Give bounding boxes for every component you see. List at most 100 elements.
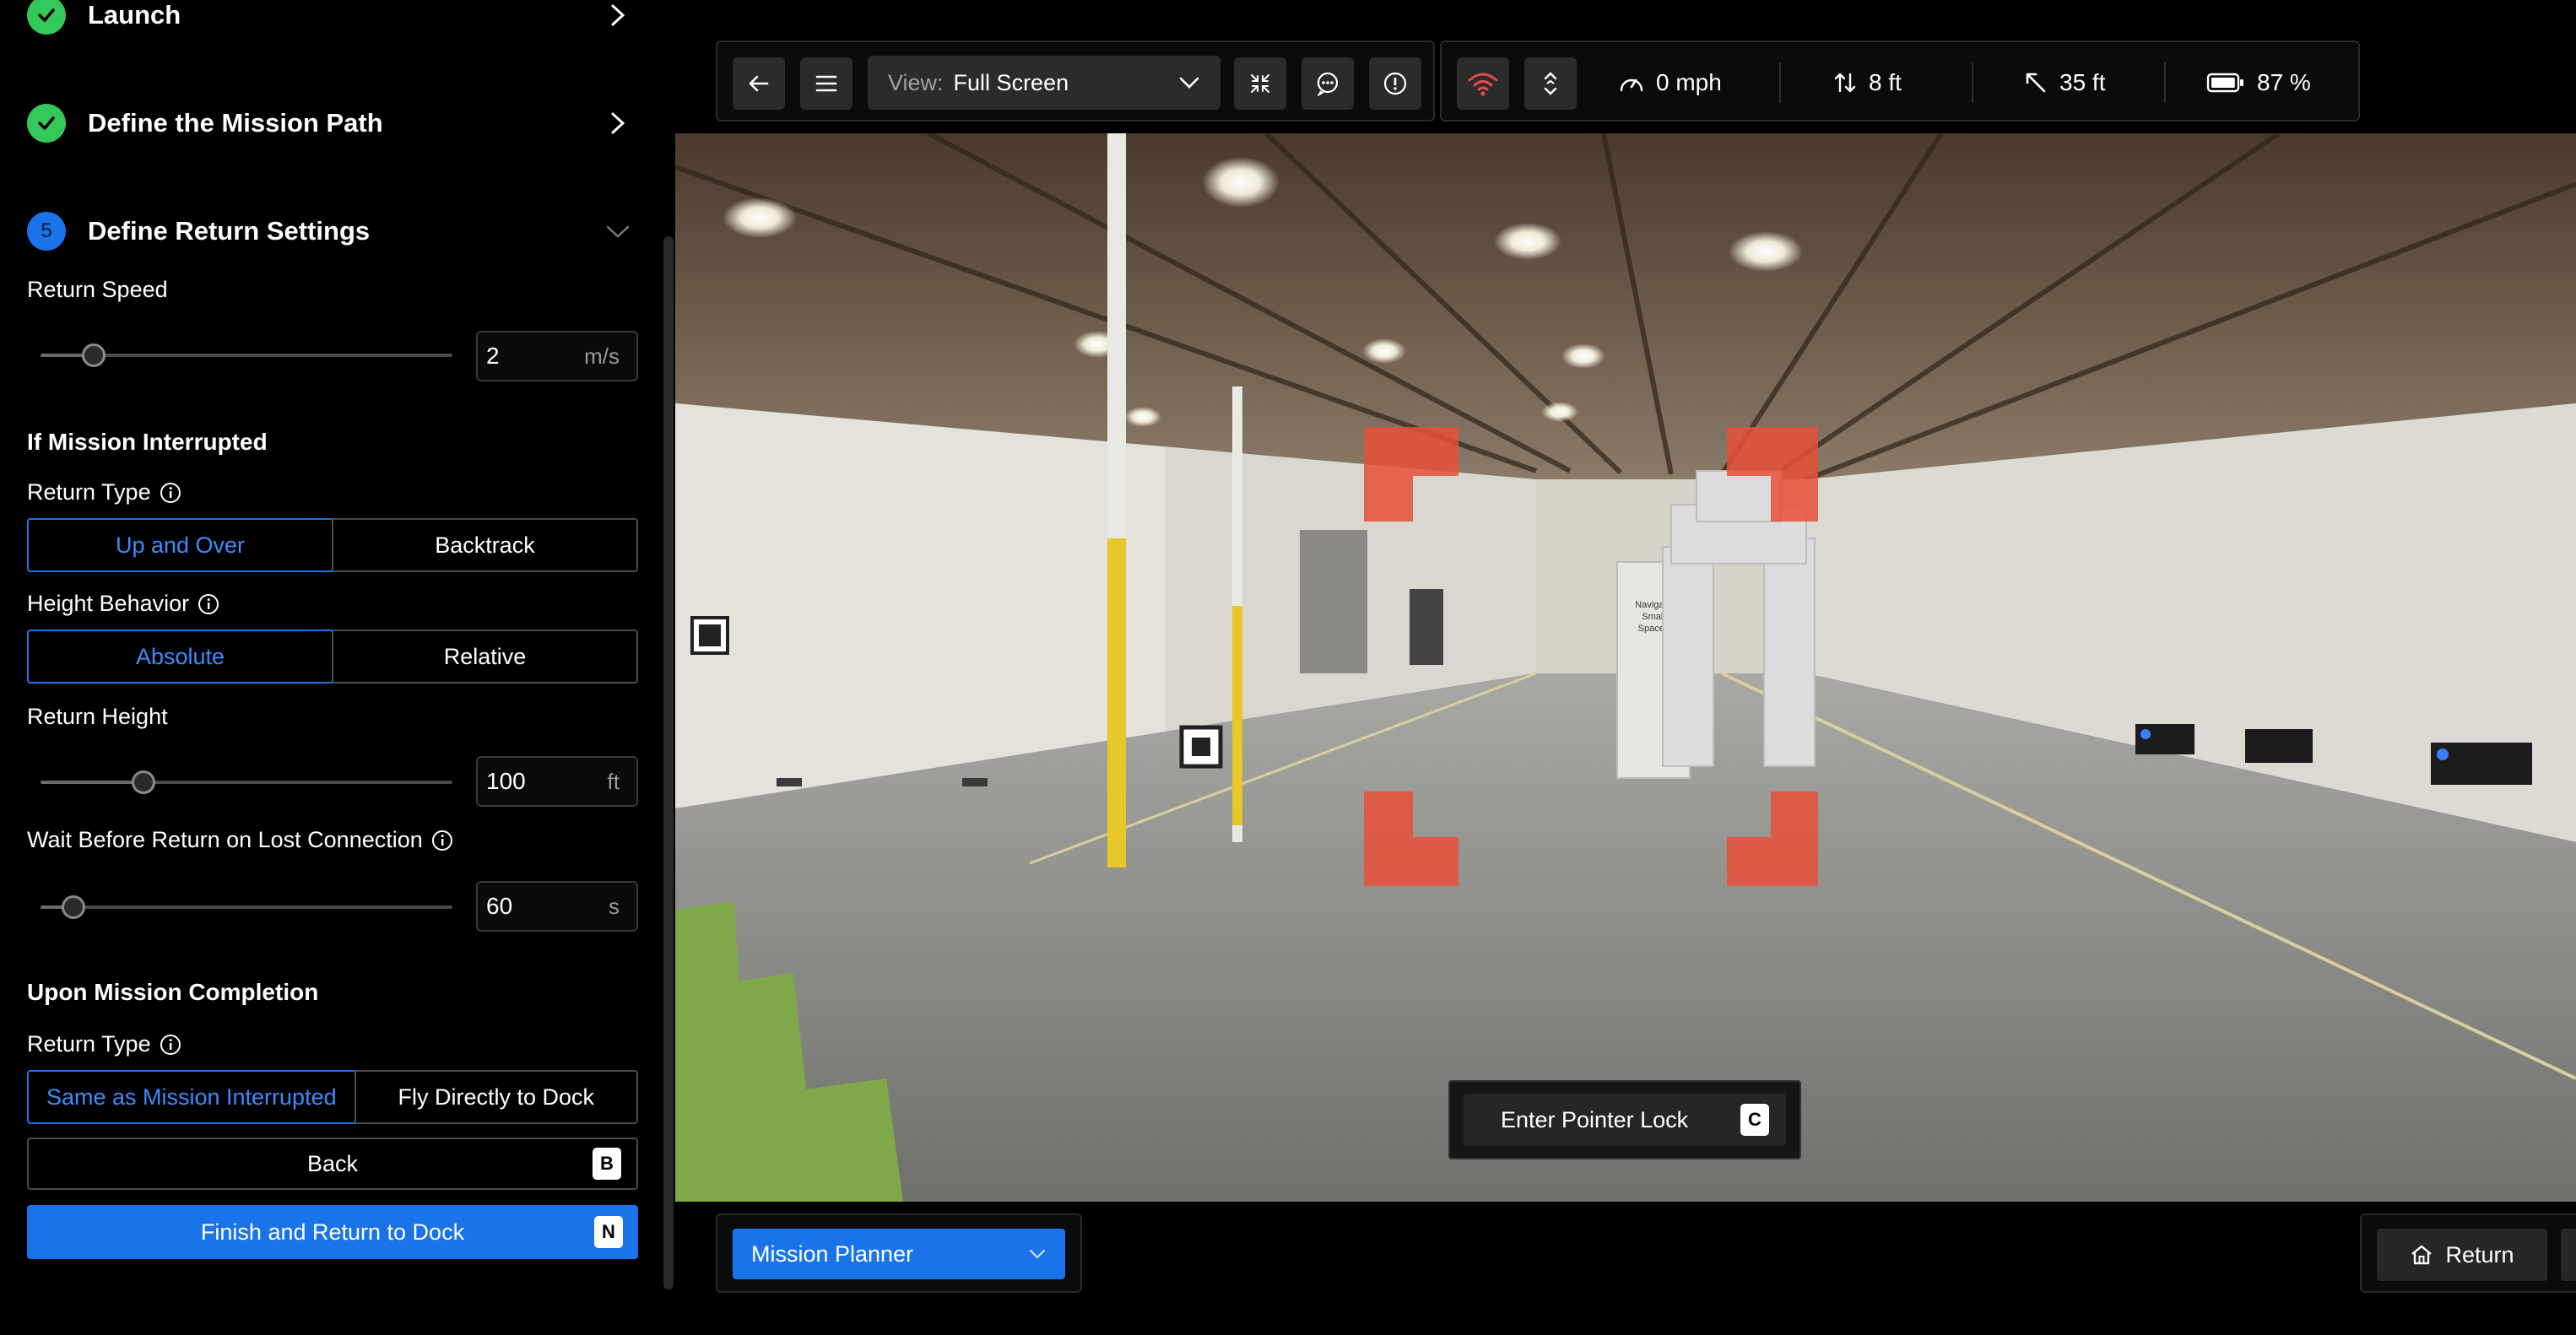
finish-button-label: Finish and Return to Dock — [200, 1219, 465, 1245]
wifi-icon — [1468, 73, 1498, 96]
step-title: Define Return Settings — [88, 216, 371, 246]
hamburger-icon — [815, 75, 837, 92]
option-absolute[interactable]: Absolute — [27, 630, 333, 684]
slider-thumb[interactable] — [82, 343, 106, 367]
alert-button[interactable] — [1369, 57, 1421, 110]
chevron-down-icon — [601, 214, 635, 248]
battery-value: 87 % — [2257, 69, 2311, 95]
wait-lost-connection-input[interactable]: 60 s — [476, 881, 638, 932]
wait-lost-connection-label: Wait Before Return on Lost Connection — [27, 827, 453, 853]
obstacle-avoidance-icon — [1544, 72, 1557, 95]
view-select-value: Full Screen — [953, 69, 1069, 95]
back-button-label: Back — [306, 1150, 359, 1176]
option-relative[interactable]: Relative — [332, 631, 636, 682]
step-title: Launch — [88, 0, 181, 30]
chat-bubble-icon — [1317, 72, 1339, 96]
option-same-as-interrupted[interactable]: Same as Mission Interrupted — [27, 1070, 356, 1124]
return-height-slider[interactable] — [41, 770, 452, 795]
connection-status-button[interactable] — [1457, 57, 1509, 110]
menu-button[interactable] — [800, 57, 852, 110]
return-button-label: Return — [2445, 1241, 2514, 1267]
camera-feed[interactable]: Navigate Small Spaces — [675, 133, 2576, 1202]
chevron-down-icon — [1029, 1249, 1046, 1259]
altitude-value: 8 ft — [1869, 69, 1902, 95]
info-icon[interactable] — [431, 830, 453, 851]
shortcut-key-n: N — [594, 1216, 623, 1248]
step-define-return-settings[interactable]: 5 Define Return Settings — [27, 204, 635, 258]
mission-planner-value: Mission Planner — [751, 1240, 914, 1267]
home-icon — [2411, 1245, 2433, 1265]
mission-settings-panel: Launch Define the Mission Path 5 Define … — [0, 0, 677, 1335]
telemetry-bar: 0 mph 8 ft 35 ft 87 % — [1440, 41, 2360, 122]
return-height-value[interactable]: 100 — [486, 768, 608, 795]
speed-readout: 0 mph — [1619, 42, 1722, 123]
return-height-input[interactable]: 100 ft — [476, 756, 638, 807]
height-behavior-label: Height Behavior — [27, 591, 219, 617]
slider-thumb[interactable] — [132, 770, 155, 794]
return-speed-unit: m/s — [584, 343, 620, 369]
chevron-down-icon — [1179, 77, 1199, 89]
return-speed-label: Return Speed — [27, 277, 168, 302]
battery-readout: 87 % — [2206, 42, 2311, 123]
height-behavior-toggle[interactable]: Absolute Relative — [27, 630, 638, 684]
enter-pointer-lock-button[interactable]: Enter Pointer Lock C — [1464, 1094, 1786, 1146]
mission-planner-select[interactable]: Mission Planner — [733, 1229, 1065, 1279]
completion-return-type-toggle[interactable]: Same as Mission Interrupted Fly Directly… — [27, 1070, 638, 1124]
obstacle-avoidance-button[interactable] — [1524, 57, 1577, 110]
interrupted-return-type-toggle[interactable]: Up and Over Backtrack — [27, 518, 638, 572]
back-arrow-button[interactable] — [733, 57, 785, 110]
return-speed-value[interactable]: 2 — [486, 343, 584, 370]
arrow-left-icon — [749, 75, 769, 92]
return-type-label: Return Type — [27, 479, 181, 505]
step-define-mission-path[interactable]: Define the Mission Path — [27, 96, 635, 150]
option-up-and-over[interactable]: Up and Over — [27, 518, 333, 572]
altitude-arrows-icon — [1834, 73, 1856, 93]
check-icon — [27, 104, 66, 143]
wait-lost-connection-slider[interactable] — [41, 895, 452, 920]
top-toolbar: View: Full Screen 0 mph 8 ft 35 ft 87 % — [716, 41, 2360, 122]
return-height-unit: ft — [607, 768, 620, 794]
finish-return-to-dock-button[interactable]: Finish and Return to Dock N — [27, 1205, 638, 1259]
return-secondary-button[interactable] — [2561, 1229, 2576, 1281]
shortcut-key-b: B — [593, 1148, 621, 1180]
toolbar-controls: View: Full Screen — [716, 41, 1435, 122]
wait-lost-connection-unit: s — [609, 893, 620, 919]
wait-lost-connection-value[interactable]: 60 — [486, 893, 609, 920]
view-select-label: View: — [888, 69, 944, 95]
shortcut-key-c: C — [1740, 1104, 1769, 1136]
distance-readout: 35 ft — [2024, 42, 2105, 123]
return-button[interactable]: Return — [2377, 1229, 2547, 1281]
back-button[interactable]: Back B — [27, 1138, 638, 1190]
step-number-badge: 5 — [27, 212, 66, 251]
chat-button[interactable] — [1302, 57, 1354, 110]
view-select[interactable]: View: Full Screen — [868, 56, 1220, 110]
completion-return-type-label: Return Type — [27, 1031, 181, 1057]
pointer-lock-overlay: Enter Pointer Lock C — [1448, 1080, 1801, 1159]
collapse-icon — [1251, 74, 1269, 93]
mission-planner-group: Mission Planner — [716, 1213, 1082, 1293]
step-title: Define the Mission Path — [88, 108, 383, 138]
pointer-lock-label: Enter Pointer Lock — [1501, 1106, 1689, 1132]
speedometer-icon — [1620, 78, 1643, 92]
slider-thumb[interactable] — [62, 895, 85, 919]
check-icon — [27, 0, 66, 35]
distance-arrow-icon — [2026, 73, 2046, 93]
chevron-right-icon — [601, 0, 635, 32]
exit-fullscreen-button[interactable] — [1234, 57, 1286, 110]
return-group: Return — [2360, 1213, 2576, 1293]
interrupted-heading: If Mission Interrupted — [27, 429, 268, 455]
panel-scrollbar[interactable] — [663, 236, 674, 1289]
battery-icon — [2206, 73, 2243, 93]
sign-line-2: Small — [1642, 612, 1665, 622]
info-icon[interactable] — [160, 482, 181, 504]
info-icon[interactable] — [160, 1034, 181, 1056]
distance-value: 35 ft — [2059, 69, 2106, 95]
altitude-readout: 8 ft — [1833, 42, 1902, 123]
return-speed-slider[interactable] — [41, 343, 452, 368]
step-launch[interactable]: Launch — [27, 0, 635, 42]
return-speed-input[interactable]: 2 m/s — [476, 331, 638, 381]
info-icon[interactable] — [198, 593, 219, 615]
option-backtrack[interactable]: Backtrack — [332, 520, 636, 570]
option-fly-directly-to-dock[interactable]: Fly Directly to Dock — [354, 1072, 636, 1122]
completion-heading: Upon Mission Completion — [27, 979, 319, 1005]
